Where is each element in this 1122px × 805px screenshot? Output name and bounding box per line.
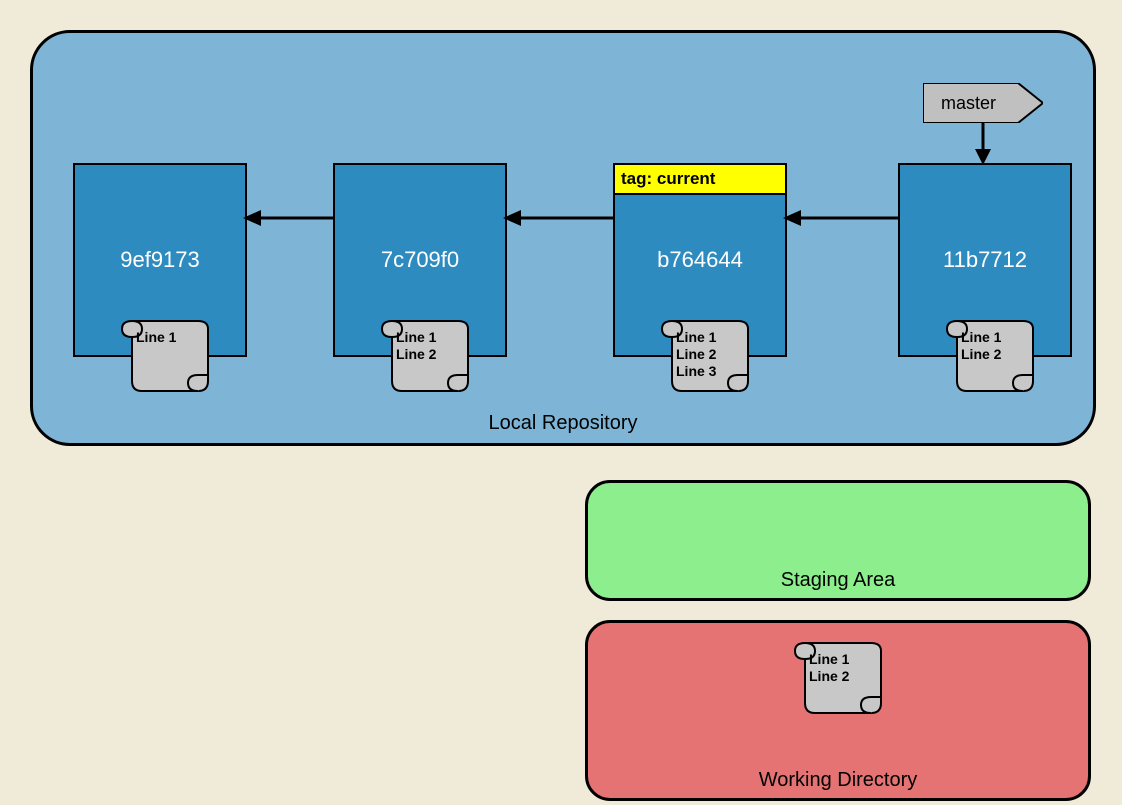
arrow-master-to-commit: [973, 123, 993, 165]
commit-box: 7c709f0 Line 1 Line 2: [333, 163, 507, 357]
branch-master-tag: master: [923, 83, 1043, 123]
file-scroll-icon: Line 1 Line 2: [945, 313, 1035, 393]
local-repository-box: Local Repository master 9ef9173 Line 1 7…: [30, 30, 1096, 446]
staging-area-label: Staging Area: [781, 569, 896, 592]
working-directory-label: Working Directory: [759, 769, 918, 792]
file-content: Line 1 Line 2: [961, 329, 1001, 363]
file-scroll-icon: Line 1 Line 2: [380, 313, 470, 393]
file-content: Line 1 Line 2: [809, 651, 849, 685]
file-scroll-icon: Line 1 Line 2 Line 3: [660, 313, 750, 393]
staging-area-box: Staging Area: [585, 480, 1091, 601]
commit-tag: tag: current: [613, 163, 787, 195]
commit-box: 9ef9173 Line 1: [73, 163, 247, 357]
commit-box: 11b7712 Line 1 Line 2: [898, 163, 1072, 357]
commit-hash: 7c709f0: [381, 247, 459, 273]
file-scroll-icon: Line 1 Line 2: [793, 635, 883, 720]
arrow-commit-link: [243, 208, 333, 228]
commit-hash: 9ef9173: [120, 247, 200, 273]
arrow-commit-link: [503, 208, 613, 228]
commit-box: tag: current b764644 Line 1 Line 2 Line …: [613, 163, 787, 357]
file-scroll-icon: Line 1: [120, 313, 210, 393]
arrow-commit-link: [783, 208, 898, 228]
commit-hash: b764644: [657, 247, 743, 273]
file-content: Line 1 Line 2 Line 3: [676, 329, 716, 379]
commit-hash: 11b7712: [943, 247, 1027, 273]
file-content: Line 1 Line 2: [396, 329, 436, 363]
file-content: Line 1: [136, 329, 176, 346]
branch-master-label: master: [941, 93, 996, 114]
working-directory-box: Line 1 Line 2 Working Directory: [585, 620, 1091, 801]
local-repository-label: Local Repository: [489, 412, 638, 435]
